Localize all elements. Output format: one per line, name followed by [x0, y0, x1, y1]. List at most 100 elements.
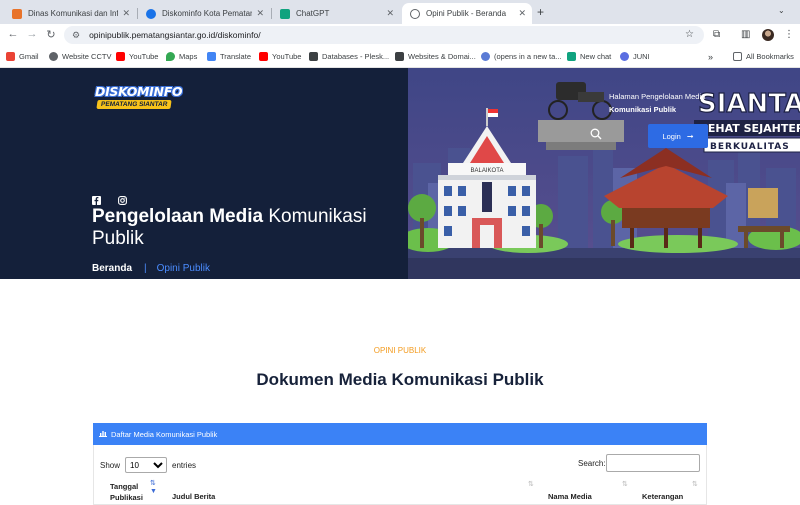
chatgpt-icon — [567, 52, 576, 61]
tab-close-icon[interactable]: ✕ — [256, 8, 264, 19]
column-header-note[interactable]: Keterangan — [642, 491, 683, 502]
bookmark-item[interactable]: Websites & Domai... — [395, 52, 476, 61]
table-search-input[interactable] — [606, 454, 700, 472]
browser-tab[interactable]: Diskominfo Kota Pematangsiantar ✕ — [138, 3, 270, 24]
plesk-icon — [395, 52, 404, 61]
tab-close-icon[interactable]: ✕ — [518, 8, 526, 19]
bookmark-item[interactable]: YouTube — [116, 52, 158, 61]
balaikota-illustration: BALAIKOTA SIANTA SEHAT SEJAHTE BERKUALIT… — [400, 68, 800, 279]
bookmark-item[interactable]: Website CCTV — [49, 52, 111, 61]
tab-title: Diskominfo Kota Pematangsiantar — [162, 9, 253, 18]
chart-bar-icon — [99, 429, 107, 439]
sort-icon[interactable]: ⇅ — [528, 480, 534, 488]
new-tab-icon[interactable]: + — [537, 5, 544, 19]
bookmark-item[interactable]: JUNI — [620, 52, 650, 61]
breadcrumb-current: Opini Publik — [156, 263, 210, 274]
plesk-icon — [309, 52, 318, 61]
bookmark-item[interactable]: Translate — [207, 52, 251, 61]
globe-icon — [49, 52, 58, 61]
bookmark-label: YouTube — [129, 52, 159, 61]
login-button[interactable]: Login ➞ — [648, 124, 708, 148]
browser-tab-active[interactable]: Opini Publik - Beranda ✕ — [402, 3, 532, 24]
url-text: opinipublik.pematangsiantar.go.id/diskom… — [89, 30, 261, 40]
menu-kebab-icon[interactable]: ⋮ — [784, 29, 794, 40]
profile-avatar[interactable] — [762, 29, 774, 41]
table-search-label: Search: — [578, 459, 606, 468]
login-label: Login — [662, 131, 681, 141]
bookmark-item[interactable]: New chat — [567, 52, 611, 61]
external-link-icon — [481, 52, 490, 61]
entries-label: entries — [172, 460, 197, 470]
translate-icon — [207, 52, 216, 61]
extensions-icon[interactable]: ⧉ — [713, 29, 720, 40]
sort-desc-icon[interactable]: ⇅ ▼ — [150, 480, 157, 496]
search-icon[interactable] — [590, 128, 602, 143]
bookmarks-bar: Gmail Website CCTV YouTube Maps Translat… — [0, 46, 800, 68]
tab-search-chevron-icon[interactable]: ⌄ — [778, 6, 785, 15]
sort-icon[interactable]: ⇅ — [692, 480, 698, 488]
bookmark-label: YouTube — [272, 52, 302, 61]
column-header-date-line2: Publikasi — [110, 493, 143, 502]
show-entries-control: Show 10 entries — [100, 457, 196, 473]
all-bookmarks-label: All Bookmarks — [746, 52, 794, 61]
browser-tab[interactable]: Dinas Komunikasi dan Informatika ✕ — [4, 3, 136, 24]
breadcrumb-separator: | — [144, 263, 147, 274]
maps-icon — [166, 52, 175, 61]
bookmark-label: Gmail — [19, 52, 39, 61]
bookmark-item[interactable]: Gmail — [6, 52, 39, 61]
address-bar[interactable]: ⚙ opinipublik.pematangsiantar.go.id/disk… — [64, 26, 704, 44]
forward-icon[interactable]: → — [25, 28, 39, 40]
column-header-title[interactable]: Judul Berita — [172, 491, 215, 502]
bookmark-label: JUNI — [633, 52, 650, 61]
all-bookmarks-button[interactable]: All Bookmarks — [733, 52, 794, 61]
bookmark-item[interactable]: Maps — [166, 52, 197, 61]
section-eyebrow: OPINI PUBLIK — [373, 346, 427, 355]
bookmark-item[interactable]: YouTube — [259, 52, 301, 61]
bookmark-label: New chat — [580, 52, 612, 61]
hero-section: BALAIKOTA SIANTA SEHAT SEJAHTE BERKUALIT… — [0, 68, 800, 279]
entries-select[interactable]: 10 — [125, 457, 168, 473]
folder-icon — [733, 52, 742, 61]
bookmark-favicon-icon — [620, 52, 629, 61]
bookmark-star-icon[interactable]: ☆ — [685, 29, 694, 40]
table-panel-header: Daftar Media Komunikasi Publik — [93, 423, 707, 445]
sort-icon[interactable]: ⇅ — [622, 480, 628, 488]
back-icon[interactable]: ← — [6, 28, 20, 40]
bookmark-item[interactable]: Databases - Plesk... — [309, 52, 389, 61]
show-label: Show — [100, 460, 121, 470]
hero-title-bold: Pengelolaan Media — [92, 206, 264, 227]
logo-text-bottom: PEMATANG SIANTAR — [96, 100, 173, 109]
youtube-icon — [116, 52, 125, 61]
browser-toolbar: ← → ↻ ⚙ opinipublik.pematangsiantar.go.i… — [0, 24, 800, 46]
section-headline: Dokumen Media Komunikasi Publik — [256, 370, 544, 389]
arrow-right-icon: ➞ — [686, 131, 694, 141]
site-settings-icon[interactable]: ⚙ — [72, 30, 80, 41]
bookmark-label: Translate — [220, 52, 251, 61]
tab-title: Opini Publik - Beranda — [426, 9, 507, 18]
tab-title: Dinas Komunikasi dan Informatika — [28, 9, 118, 18]
bookmark-label: Website CCTV — [62, 52, 112, 61]
breadcrumb-home-link[interactable]: Beranda — [92, 263, 132, 274]
tab-title: ChatGPT — [296, 9, 330, 18]
tab-close-icon[interactable]: ✕ — [386, 8, 394, 19]
bookmarks-overflow-icon[interactable]: » — [708, 52, 713, 62]
reload-icon[interactable]: ↻ — [44, 28, 58, 41]
svg-text:BALAIKOTA: BALAIKOTA — [471, 168, 504, 174]
browser-tab-strip: Dinas Komunikasi dan Informatika ✕ Disko… — [0, 0, 800, 24]
side-panel-icon[interactable]: ▥ — [741, 29, 750, 40]
hero-title: Pengelolaan Media Komunikasi Publik — [92, 206, 392, 250]
hero-caption-line1: Halaman Pengelolaan Media — [609, 92, 706, 101]
breadcrumb: Beranda | Opini Publik — [92, 263, 210, 274]
svg-text:BERKUALITAS: BERKUALITAS — [710, 142, 790, 152]
browser-tab[interactable]: ChatGPT ✕ — [272, 3, 400, 24]
tab-favicon-icon — [280, 8, 290, 19]
diskominfo-logo[interactable]: DISKOMINFO PEMATANG SIANTAR — [95, 84, 187, 114]
table-panel-title: Daftar Media Komunikasi Publik — [111, 429, 218, 439]
bookmark-item[interactable]: (opens in a new ta... — [481, 52, 562, 61]
hero-illustration: BALAIKOTA SIANTA SEHAT SEJAHTE BERKUALIT… — [400, 68, 800, 279]
column-header-media[interactable]: Nama Media — [548, 491, 592, 502]
hero-caption-line2: Komunikasi Publik — [609, 105, 677, 114]
tab-close-icon[interactable]: ✕ — [122, 8, 130, 19]
bookmark-label: Maps — [179, 52, 198, 61]
bookmark-label: (opens in a new ta... — [494, 52, 562, 61]
